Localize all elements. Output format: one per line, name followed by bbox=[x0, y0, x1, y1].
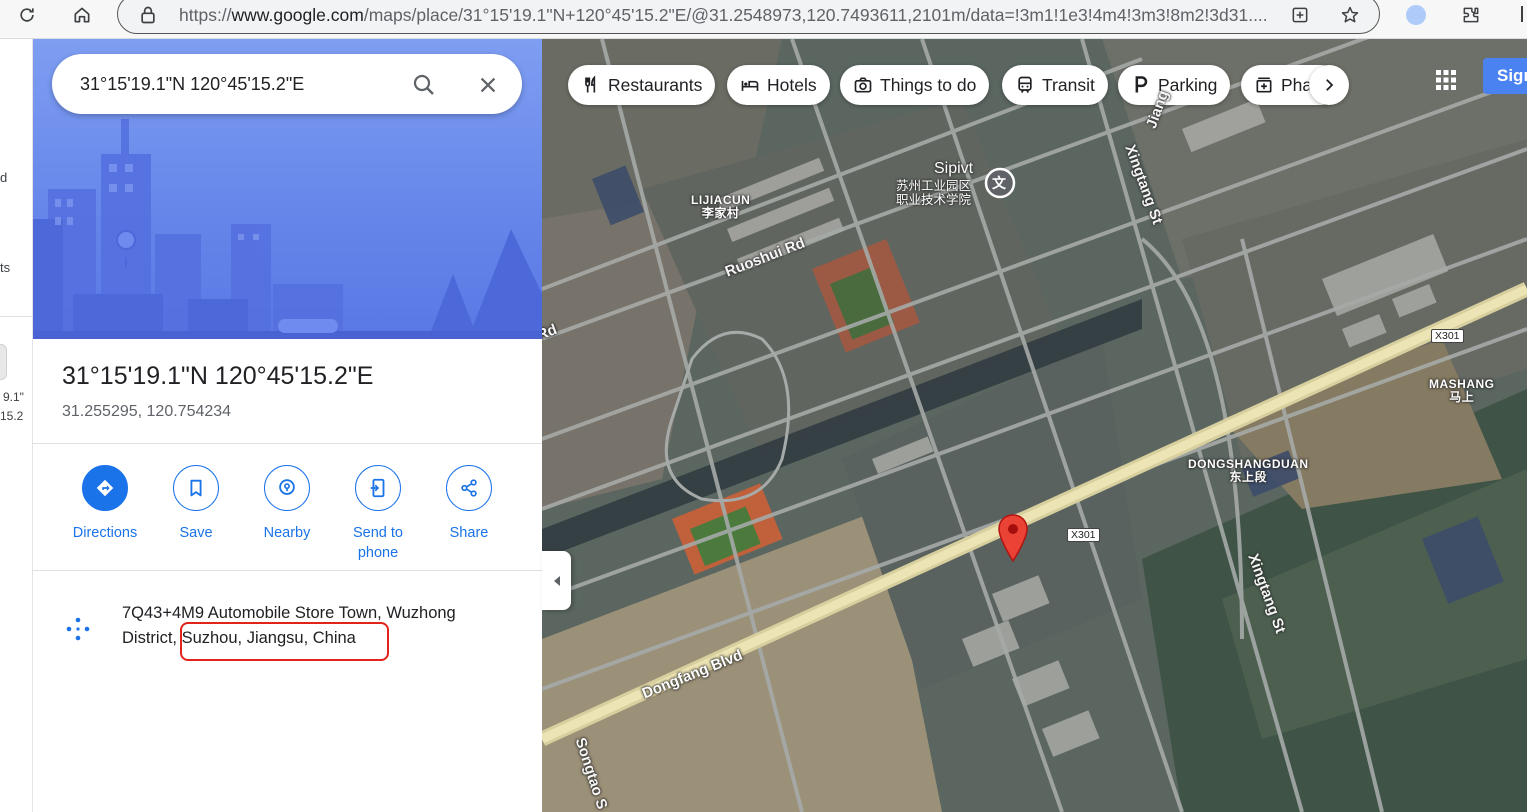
divider bbox=[33, 443, 542, 444]
directions-icon bbox=[82, 465, 128, 511]
place-title: 31°15'19.1"N 120°45'15.2"E bbox=[62, 362, 374, 390]
sign-in-button[interactable]: Sign bbox=[1483, 58, 1527, 94]
rail-divider bbox=[0, 316, 32, 317]
browser-toolbar: https://www.google.com/maps/place/31°15'… bbox=[0, 0, 1527, 39]
rail-text: 15.2 bbox=[0, 409, 24, 423]
directions-button[interactable]: Directions bbox=[55, 465, 155, 543]
rail-thumbnail[interactable] bbox=[0, 344, 7, 380]
reload-icon[interactable] bbox=[11, 2, 43, 28]
train-icon bbox=[1018, 76, 1032, 93]
decimal-coordinates: 31.255295, 120.754234 bbox=[62, 403, 232, 420]
parking-icon bbox=[1135, 76, 1148, 93]
search-icon[interactable] bbox=[411, 72, 437, 98]
red-highlight-annotation bbox=[180, 622, 389, 661]
url-text: https://www.google.com/maps/place/31°15'… bbox=[179, 5, 1268, 25]
close-icon[interactable] bbox=[475, 72, 501, 98]
nearby-button[interactable]: Nearby bbox=[237, 465, 337, 543]
place-hero-illustration bbox=[33, 39, 542, 339]
chip-things-to-do[interactable]: Things to do bbox=[840, 65, 990, 105]
extensions-icon[interactable] bbox=[1455, 2, 1487, 28]
collapse-panel-button[interactable] bbox=[542, 551, 571, 610]
chip-label: Pha bbox=[1281, 74, 1313, 95]
chips-next-button[interactable] bbox=[1309, 65, 1349, 105]
area-label: MASHANG 马上 bbox=[1429, 377, 1495, 404]
chip-label: Restaurants bbox=[608, 74, 703, 95]
send-to-phone-button[interactable]: Send to phone bbox=[328, 465, 428, 563]
action-label: Save bbox=[179, 525, 213, 541]
action-label: Nearby bbox=[263, 525, 311, 541]
plus-code-icon bbox=[66, 617, 90, 641]
location-pin-icon[interactable] bbox=[997, 514, 1029, 562]
bookmark-icon bbox=[173, 465, 219, 511]
rail-text: d bbox=[0, 170, 8, 185]
share-icon bbox=[446, 465, 492, 511]
caret-left-icon bbox=[553, 575, 560, 586]
action-label: Directions bbox=[72, 525, 138, 541]
route-shield: X301 bbox=[1431, 329, 1464, 343]
chip-label: Transit bbox=[1042, 74, 1095, 95]
school-icon[interactable]: 文 bbox=[992, 173, 1006, 193]
app-available-icon[interactable] bbox=[1290, 5, 1310, 25]
save-button[interactable]: Save bbox=[146, 465, 246, 543]
fork-knife-icon bbox=[585, 75, 596, 93]
lock-icon bbox=[141, 6, 155, 24]
share-button[interactable]: Share bbox=[419, 465, 519, 543]
action-label: Send to phone bbox=[353, 525, 403, 561]
nearby-pin-icon bbox=[264, 465, 310, 511]
chip-label: Things to do bbox=[880, 74, 977, 95]
poi-label-cn[interactable]: 苏州工业园区 职业技术学院 bbox=[896, 179, 971, 207]
chevron-right-icon bbox=[1326, 79, 1334, 91]
chip-parking[interactable]: Parking bbox=[1118, 65, 1231, 105]
search-box bbox=[52, 54, 522, 114]
route-shield: X301 bbox=[1067, 528, 1100, 542]
address-bar[interactable]: https://www.google.com/maps/place/31°15'… bbox=[117, 0, 1380, 34]
divider bbox=[33, 570, 542, 571]
profile-avatar[interactable] bbox=[1406, 5, 1426, 25]
area-label: LIJIACUN 李家村 bbox=[691, 193, 751, 220]
chip-hotels[interactable]: Hotels bbox=[727, 65, 830, 105]
pharmacy-icon bbox=[1256, 77, 1272, 93]
rail-text: ts bbox=[0, 260, 11, 275]
chip-label: Hotels bbox=[767, 74, 817, 95]
side-panel: 31°15'19.1"N 120°45'15.2"E 31.255295, 12… bbox=[33, 39, 542, 812]
chip-transit[interactable]: Transit bbox=[1002, 65, 1108, 105]
camera-icon bbox=[854, 77, 872, 93]
left-rail: d ts 9.1" 15.2 bbox=[0, 39, 33, 812]
apps-grid-icon[interactable] bbox=[1435, 69, 1457, 91]
rail-text: 9.1" bbox=[3, 390, 24, 404]
action-label: Share bbox=[449, 525, 489, 541]
satellite-map[interactable]: 文 Restaurants Hotels Things to do Transi… bbox=[542, 39, 1527, 812]
action-buttons: Directions Save Nearby Send to phone Sha… bbox=[33, 465, 542, 570]
send-to-phone-icon bbox=[355, 465, 401, 511]
poi-label[interactable]: Sipivt bbox=[934, 160, 973, 178]
bed-icon bbox=[741, 80, 759, 91]
star-icon[interactable] bbox=[1340, 5, 1360, 25]
home-icon[interactable] bbox=[66, 2, 98, 28]
search-input[interactable] bbox=[80, 68, 400, 100]
chip-restaurants[interactable]: Restaurants bbox=[568, 65, 716, 105]
area-label: DONGSHANGDUAN 东上段 bbox=[1188, 457, 1309, 484]
menu-edge bbox=[1521, 6, 1523, 22]
